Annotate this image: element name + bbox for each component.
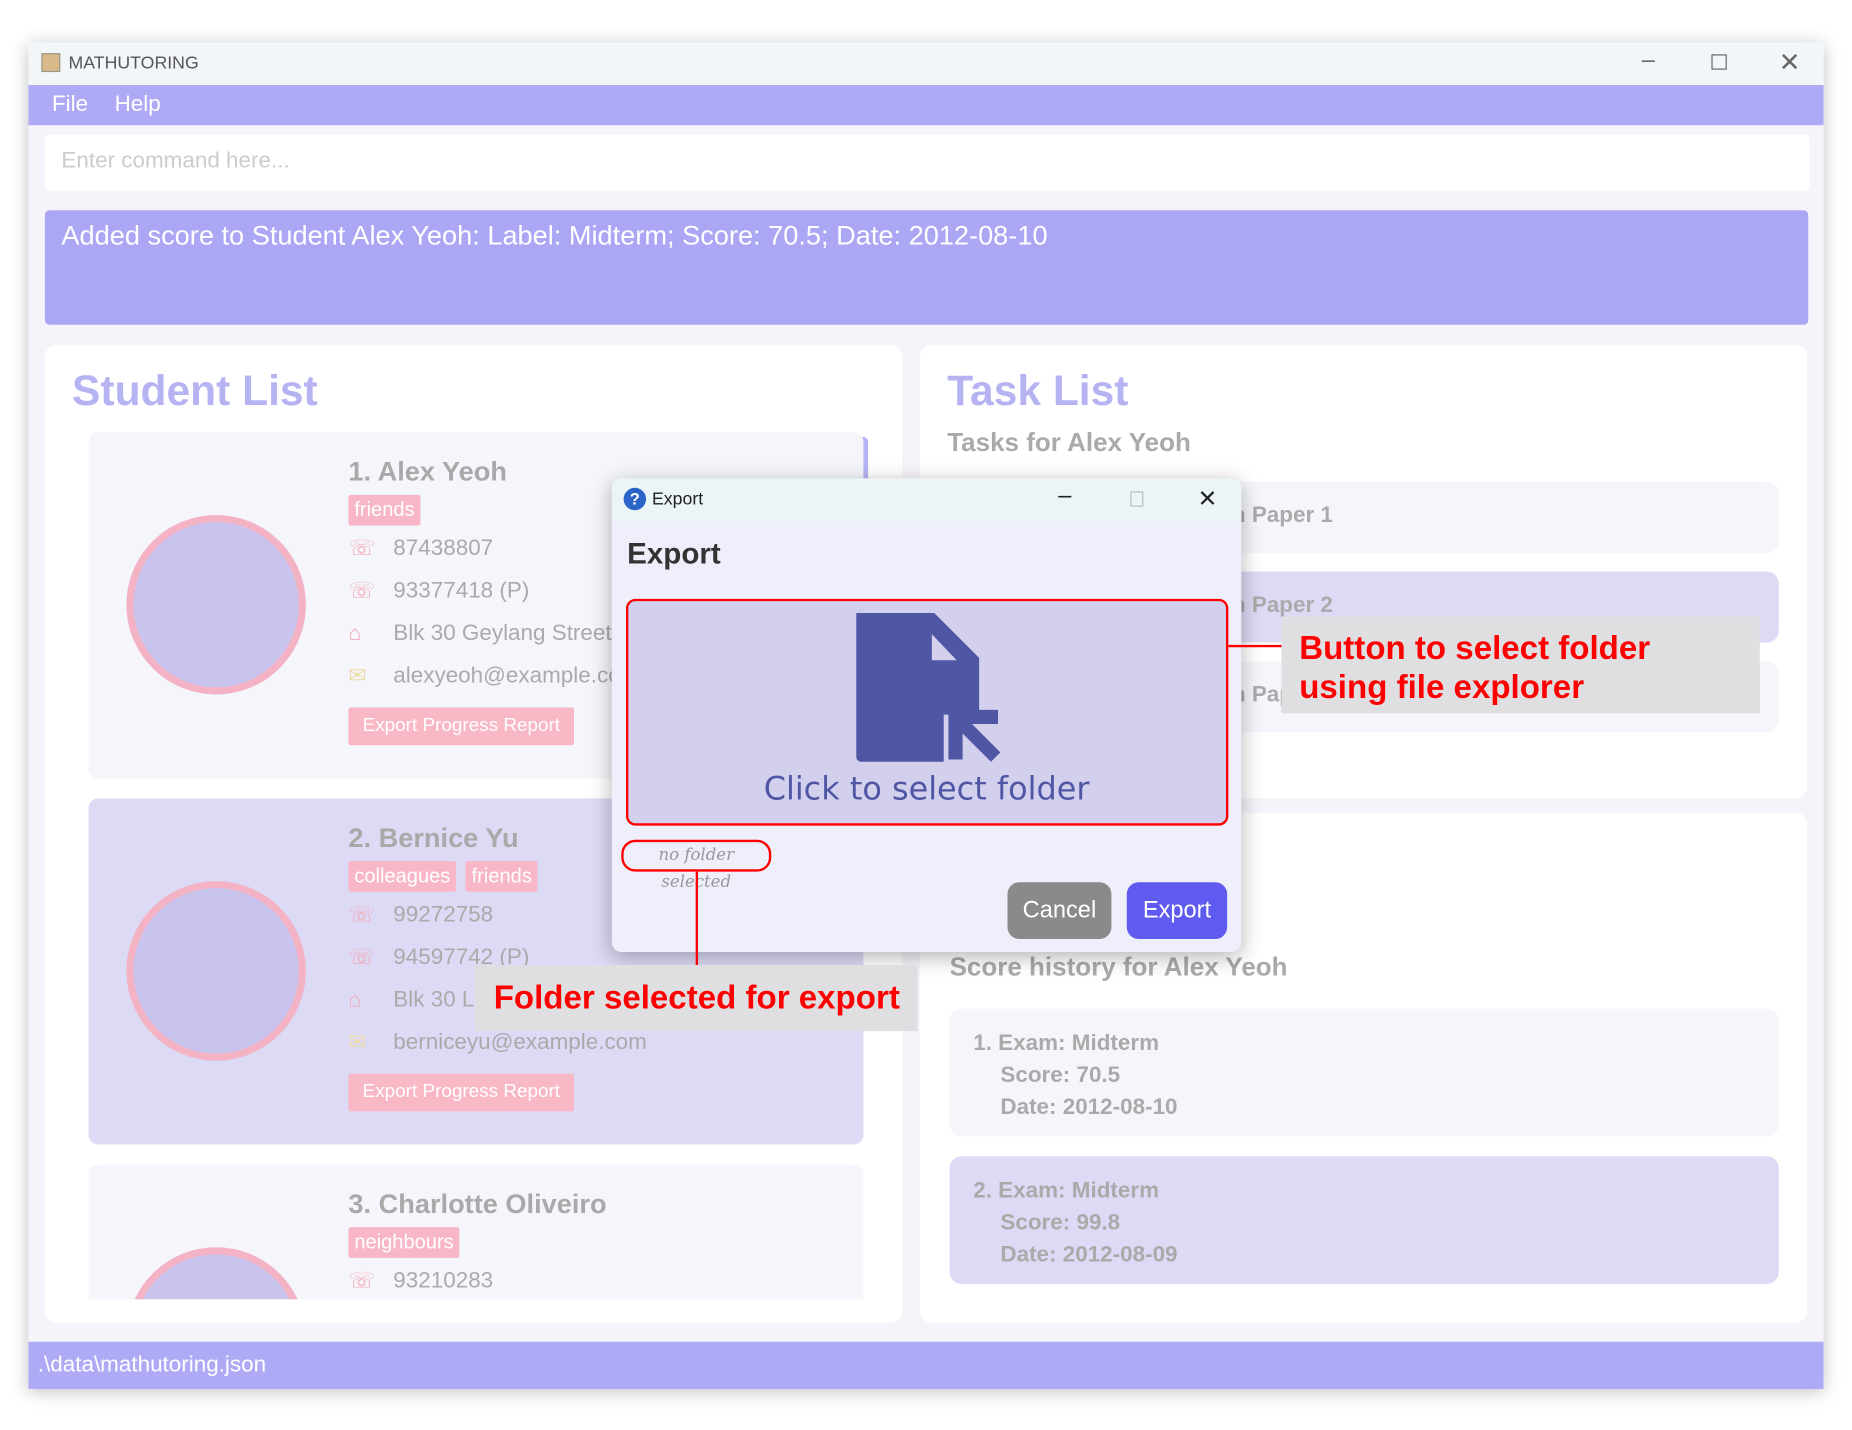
student-name: 2. Bernice Yu: [348, 822, 519, 853]
parent-phone: 93377418 (P): [393, 578, 530, 604]
command-input[interactable]: Enter command here...: [44, 134, 1810, 192]
phone-icon: ☏: [348, 536, 376, 560]
window-title: MATHUTORING: [68, 53, 199, 74]
tag: friends: [465, 861, 538, 892]
dialog-title-bar: ? Export – ✕: [611, 478, 1242, 521]
student-name: 3. Charlotte Oliveiro: [348, 1188, 607, 1219]
score-value: Score: 70.5: [1000, 1062, 1121, 1088]
select-folder-label: Click to select folder: [763, 771, 1090, 808]
tag: neighbours: [348, 1227, 460, 1258]
score-title: Score history for Alex Yeoh: [949, 951, 1288, 982]
maximize-icon: [1130, 491, 1144, 507]
selected-folder-label: no folder selected: [621, 839, 772, 892]
annotation-folder-label: Folder selected for export: [474, 964, 918, 1032]
student-card[interactable]: 3. Charlotte Oliveiro neighbours ☏ 932102…: [88, 1164, 864, 1300]
cancel-button[interactable]: Cancel: [1007, 882, 1112, 939]
tag: friends: [348, 494, 421, 526]
phone-icon: ☏: [348, 1268, 376, 1293]
export-dialog: ? Export – ✕ Export Click to select fold…: [611, 478, 1242, 952]
annotation-select-button: Button to select folder using file explo…: [1281, 616, 1760, 714]
address: Blk 30 Geylang Street 2: [393, 621, 631, 647]
dialog-heading: Export: [627, 537, 721, 571]
phone-icon: ☏: [348, 902, 376, 926]
tag: colleagues: [348, 861, 457, 892]
menu-help[interactable]: Help: [115, 92, 161, 118]
close-icon[interactable]: ✕: [1779, 47, 1801, 78]
maximize-icon[interactable]: [1711, 54, 1727, 70]
avatar: [126, 1247, 306, 1300]
score-value: Score: 99.8: [1000, 1210, 1121, 1236]
avatar: [126, 514, 306, 695]
avatar: [126, 881, 306, 1061]
annotation-line: [695, 871, 699, 978]
export-button[interactable]: Export: [1126, 882, 1228, 939]
task-list-title: Task List: [947, 366, 1129, 415]
status-bar: .\data\mathutoring.json: [28, 1341, 1824, 1389]
file-select-icon: [856, 612, 1001, 762]
phone: 87438807: [393, 536, 494, 562]
phone-icon: ☏: [348, 578, 376, 603]
question-icon: ?: [623, 487, 647, 511]
phone-icon: ☏: [348, 944, 376, 969]
email-icon: ✉: [348, 1029, 367, 1054]
close-icon[interactable]: ✕: [1198, 484, 1218, 514]
student-list-title: Student List: [72, 366, 318, 415]
score-exam: 1. Exam: Midterm: [973, 1031, 1160, 1056]
select-folder-button[interactable]: Click to select folder: [625, 598, 1229, 826]
home-icon: ⌂: [348, 621, 362, 645]
email: alexyeoh@example.cor: [393, 663, 629, 689]
score-item[interactable]: 1. Exam: Midterm Score: 70.5 Date: 2012-…: [949, 1008, 1779, 1137]
email: berniceyu@example.com: [393, 1029, 647, 1055]
task-subtitle: Tasks for Alex Yeoh: [947, 427, 1191, 458]
minimize-icon[interactable]: –: [1642, 47, 1655, 74]
score-date: Date: 2012-08-10: [1000, 1094, 1178, 1120]
email-icon: ✉: [348, 663, 367, 688]
phone: 99272758: [393, 902, 494, 928]
result-display: Added score to Student Alex Yeoh: Label:…: [44, 210, 1809, 325]
export-progress-report-button[interactable]: Export Progress Report: [348, 1073, 575, 1112]
minimize-icon[interactable]: –: [1058, 483, 1071, 510]
score-date: Date: 2012-08-09: [1000, 1242, 1178, 1268]
student-name: 1. Alex Yeoh: [348, 455, 507, 487]
dialog-window-title: Export: [651, 488, 704, 510]
title-bar: MATHUTORING – ✕: [28, 42, 1824, 86]
home-icon: ⌂: [348, 987, 362, 1012]
score-exam: 2. Exam: Midterm: [973, 1178, 1160, 1204]
menu-bar: File Help: [28, 85, 1824, 126]
phone: 93210283: [393, 1268, 494, 1294]
score-item[interactable]: 2. Exam: Midterm Score: 99.8 Date: 2012-…: [949, 1156, 1779, 1284]
menu-file[interactable]: File: [52, 92, 88, 118]
export-progress-report-button[interactable]: Export Progress Report: [348, 707, 575, 746]
app-icon: [41, 53, 61, 73]
